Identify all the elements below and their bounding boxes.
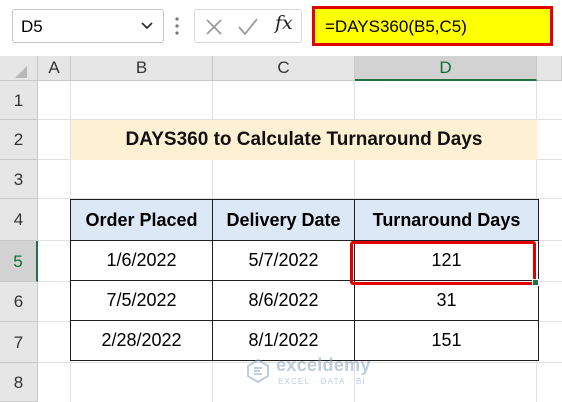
more-options-icon[interactable] [171, 12, 183, 40]
table-header-row: Order Placed Delivery Date Turnaround Da… [70, 199, 539, 241]
insert-function-button[interactable]: fx [275, 12, 293, 34]
formula-text: =DAYS360(B5,C5) [325, 17, 467, 36]
column-header-e[interactable] [537, 56, 562, 81]
table-row: 7/5/2022 8/6/2022 31 [70, 280, 539, 321]
enter-check-icon[interactable] [235, 14, 261, 40]
watermark-tagline: EXCEL · DATA · BI [278, 377, 366, 386]
formula-bar: D5 fx =DAYS360(B5,C5) [0, 0, 562, 56]
row-header-6[interactable]: 6 [0, 282, 38, 322]
exceldemy-watermark: exceldemy EXCEL · DATA · BI [244, 355, 404, 395]
formula-buttons: fx [194, 9, 302, 43]
column-header-d[interactable]: D [355, 56, 537, 81]
header-turnaround-days[interactable]: Turnaround Days [354, 199, 539, 241]
column-header-a[interactable]: A [38, 56, 71, 81]
cell-d6[interactable]: 31 [354, 280, 539, 321]
row-header-8[interactable]: 8 [0, 363, 38, 402]
sheet-title[interactable]: DAYS360 to Calculate Turnaround Days [71, 120, 537, 160]
column-header-b[interactable]: B [71, 56, 213, 81]
row-header-5[interactable]: 5 [0, 241, 38, 282]
cell-b7[interactable]: 2/28/2022 [70, 320, 213, 361]
row-header-4[interactable]: 4 [0, 199, 38, 241]
fill-handle[interactable] [532, 279, 539, 286]
exceldemy-logo-icon [247, 358, 269, 384]
select-all-button[interactable] [0, 56, 38, 81]
name-box[interactable]: D5 [12, 9, 164, 43]
header-delivery-date[interactable]: Delivery Date [212, 199, 355, 241]
worksheet-grid[interactable]: DAYS360 to Calculate Turnaround Days Ord… [38, 81, 562, 402]
row-header-7[interactable]: 7 [0, 322, 38, 363]
row-header-2[interactable]: 2 [0, 120, 38, 160]
formula-input[interactable]: =DAYS360(B5,C5) [312, 6, 553, 46]
cancel-icon[interactable] [201, 14, 227, 40]
column-header-c[interactable]: C [213, 56, 355, 81]
active-cell-highlight [350, 241, 536, 285]
cell-b5[interactable]: 1/6/2022 [70, 240, 213, 281]
row-header-3[interactable]: 3 [0, 160, 38, 199]
cell-b6[interactable]: 7/5/2022 [70, 280, 213, 321]
cell-c6[interactable]: 8/6/2022 [212, 280, 355, 321]
watermark-name: exceldemy [276, 355, 371, 375]
name-box-value: D5 [21, 17, 43, 36]
cell-c5[interactable]: 5/7/2022 [212, 240, 355, 281]
header-order-placed[interactable]: Order Placed [70, 199, 213, 241]
chevron-down-icon[interactable] [139, 16, 155, 36]
select-all-triangle-icon [15, 66, 27, 78]
row-header-1[interactable]: 1 [0, 81, 38, 120]
